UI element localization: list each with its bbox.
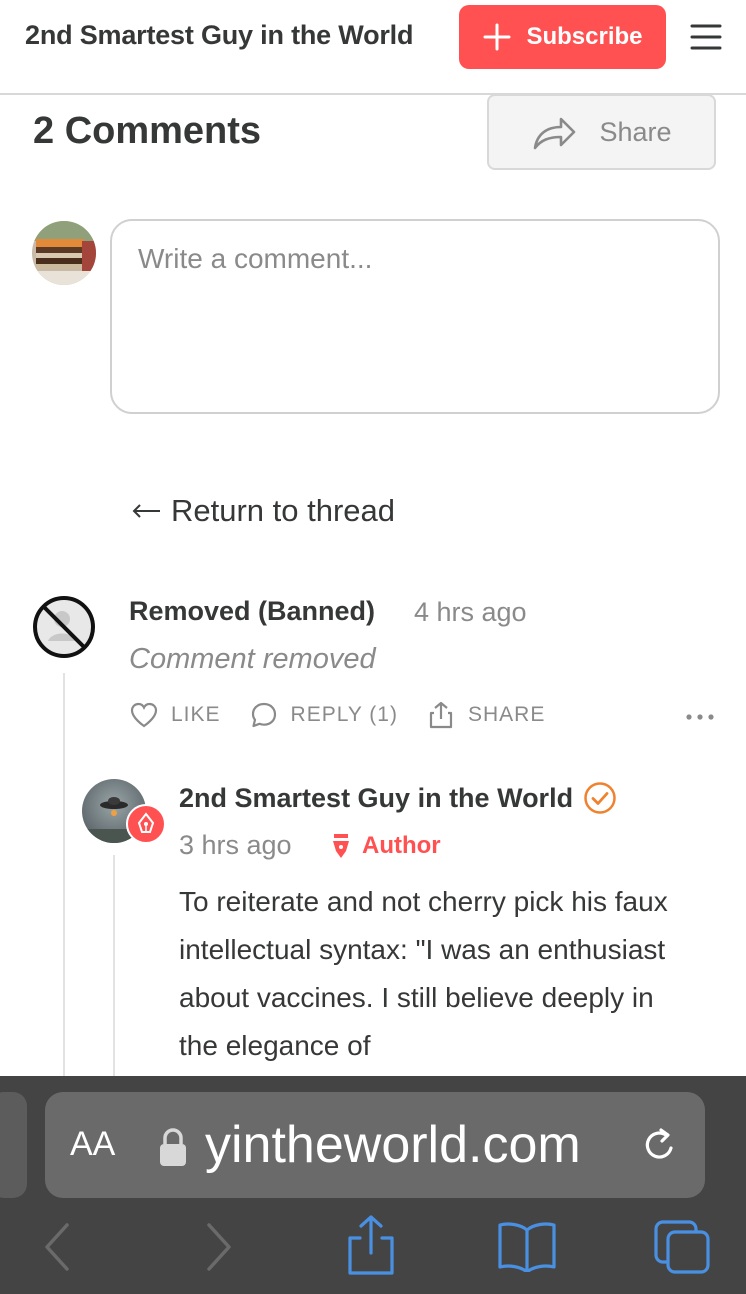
author-badge: Author: [330, 832, 441, 860]
pen-nib-icon: [333, 834, 349, 858]
speech-bubble-icon: [251, 702, 276, 728]
user-avatar: [32, 221, 96, 285]
share-sheet-icon[interactable]: [346, 1214, 396, 1276]
comment-share-button[interactable]: SHARE: [426, 700, 545, 730]
return-to-thread-label: Return to thread: [171, 493, 396, 528]
arrow-left-icon: [132, 504, 160, 518]
comment-body: Comment removed: [129, 643, 376, 675]
hamburger-menu-icon[interactable]: [690, 22, 722, 52]
comment-author[interactable]: Removed (Banned): [129, 596, 375, 627]
subscribe-button[interactable]: Subscribe: [459, 5, 666, 69]
return-to-thread-link[interactable]: Return to thread: [131, 493, 395, 529]
share-button[interactable]: Share: [487, 94, 716, 170]
comment-timestamp[interactable]: 4 hrs ago: [414, 597, 527, 628]
previous-tab-preview[interactable]: [0, 1092, 27, 1198]
reply-timestamp[interactable]: 3 hrs ago: [179, 830, 292, 861]
comment-author-reply[interactable]: 2nd Smartest Guy in the World: [179, 781, 617, 815]
like-button[interactable]: LIKE: [129, 700, 221, 730]
reply-body: To reiterate and not cherry pick his fau…: [179, 886, 668, 1061]
banned-avatar-icon: [33, 596, 95, 658]
tabs-icon[interactable]: [652, 1218, 712, 1276]
reader-aa-button[interactable]: AA: [70, 1125, 115, 1164]
comment-input[interactable]: [112, 221, 718, 412]
forward-chevron-icon[interactable]: [204, 1222, 234, 1272]
reply-button[interactable]: REPLY (1): [249, 700, 398, 730]
plus-icon: [483, 23, 511, 51]
verified-check-icon: [584, 782, 616, 814]
comments-title: 2 Comments: [33, 110, 262, 152]
comment-composer[interactable]: [110, 219, 720, 414]
reply-label: REPLY (1): [290, 703, 398, 726]
author-badge-label: Author: [362, 832, 441, 859]
back-chevron-icon[interactable]: [42, 1222, 72, 1272]
heart-icon: [130, 702, 158, 728]
like-label: LIKE: [171, 703, 221, 726]
reload-icon[interactable]: [640, 1126, 678, 1166]
aa-label: AA: [70, 1125, 116, 1163]
share-upload-icon: [429, 701, 453, 729]
bookmarks-book-icon[interactable]: [496, 1220, 558, 1272]
top-bar: 2nd Smartest Guy in the World Subscribe: [0, 0, 746, 95]
subscribe-label: Subscribe: [526, 23, 643, 50]
share-label: Share: [599, 116, 672, 147]
share-arrow-icon: [534, 117, 576, 150]
author-pen-badge-icon: [126, 804, 166, 844]
share-action-label: SHARE: [467, 703, 546, 726]
comment-actions: LIKE REPLY (1) SHARE: [129, 700, 573, 730]
thread-line-reply: [113, 855, 115, 1078]
publication-name[interactable]: 2nd Smartest Guy in the World: [25, 20, 413, 51]
reply-author-name: 2nd Smartest Guy in the World: [179, 782, 574, 813]
more-options-icon[interactable]: [685, 710, 715, 724]
lock-icon: [160, 1128, 186, 1166]
url-text[interactable]: yintheworld.com: [205, 1115, 581, 1175]
thread-line: [63, 673, 65, 1078]
